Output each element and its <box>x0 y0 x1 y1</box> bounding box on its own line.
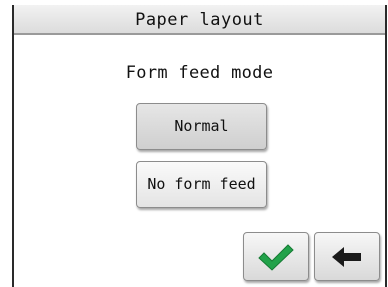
normal-button-label: Normal <box>174 117 229 135</box>
no-form-feed-button-label: No form feed <box>147 175 256 193</box>
screen-title: Paper layout <box>135 10 264 30</box>
paper-layout-screen: Paper layout Form feed mode Normal No fo… <box>12 5 387 287</box>
title-bar: Paper layout <box>14 5 385 35</box>
ok-button[interactable] <box>243 232 309 281</box>
checkmark-icon <box>258 243 294 271</box>
form-feed-mode-heading: Form feed mode <box>125 63 274 83</box>
no-form-feed-button[interactable]: No form feed <box>136 161 267 208</box>
normal-button[interactable]: Normal <box>136 103 267 150</box>
back-button[interactable] <box>314 232 380 281</box>
back-arrow-icon <box>332 246 361 267</box>
